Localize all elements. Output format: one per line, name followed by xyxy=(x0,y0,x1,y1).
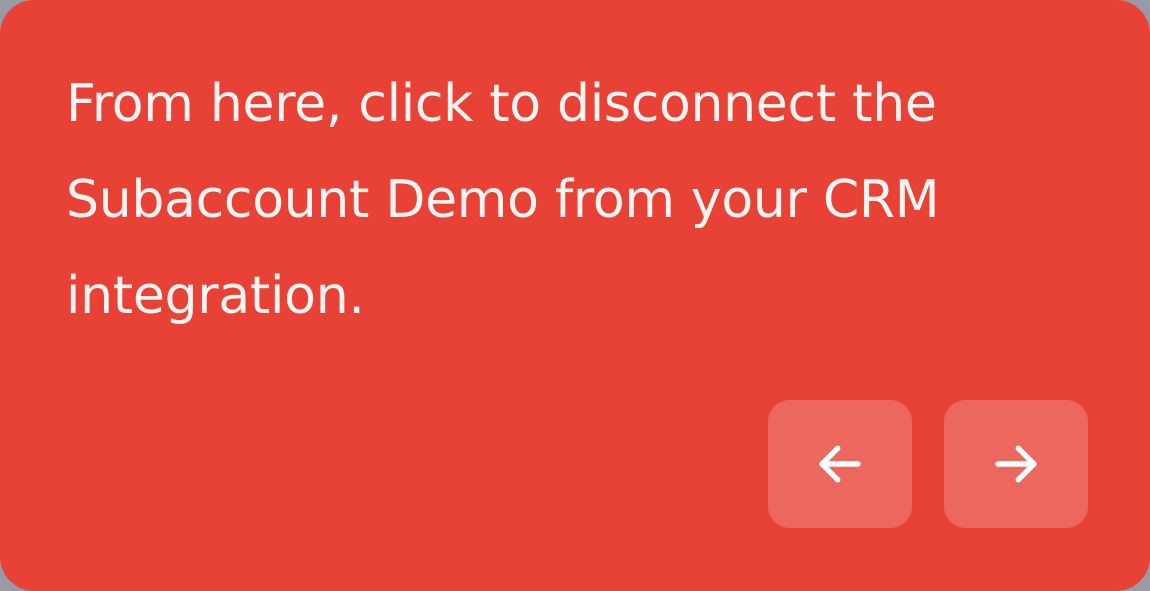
tooltip-message: From here, click to disconnect the Subac… xyxy=(66,74,940,326)
walkthrough-tooltip: From here, click to disconnect the Subac… xyxy=(0,0,1150,591)
previous-step-button[interactable] xyxy=(768,400,912,528)
arrow-right-icon xyxy=(989,437,1043,491)
next-step-button[interactable] xyxy=(944,400,1088,528)
arrow-left-icon xyxy=(813,437,867,491)
